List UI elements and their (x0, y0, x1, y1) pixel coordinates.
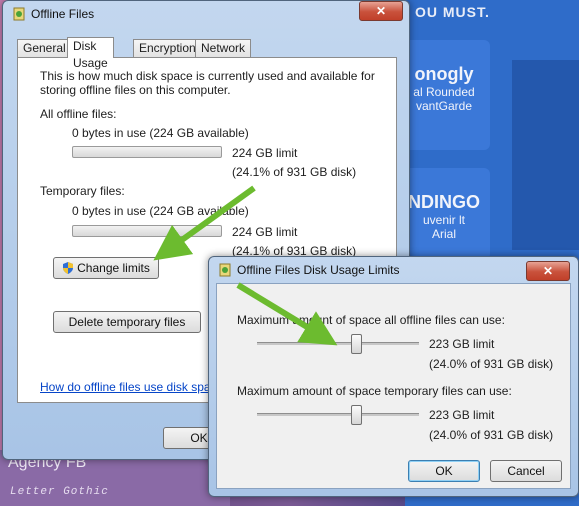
disk-usage-limits-dialog: Offline Files Disk Usage Limits ✕ Maximu… (208, 256, 579, 497)
font-tile: NDINGO uvenir lt Arial (398, 168, 490, 260)
slider-track (257, 413, 419, 416)
max-offline-slider[interactable] (257, 332, 419, 354)
close-button[interactable]: ✕ (359, 1, 403, 21)
temp-files-usage-bar (72, 225, 222, 237)
ok-button[interactable]: OK (408, 460, 480, 482)
font-tile-line: al Rounded (413, 85, 475, 99)
font-tile-line: uvenir lt (422, 213, 466, 227)
max-offline-percent: (24.0% of 931 GB disk) (429, 357, 554, 371)
offline-files-icon (219, 263, 231, 277)
uac-shield-icon (63, 262, 74, 274)
temp-files-limit: 224 GB limit (232, 225, 298, 239)
max-temp-label: Maximum amount of space temporary files … (237, 384, 512, 398)
tab-disk-usage[interactable]: Disk Usage (67, 37, 114, 70)
cancel-button[interactable]: Cancel (490, 460, 562, 482)
max-offline-limit: 223 GB limit (429, 337, 495, 351)
all-files-usage: 0 bytes in use (224 GB available) (72, 126, 249, 140)
close-button[interactable]: ✕ (526, 261, 570, 281)
font-tile-line: Arial (431, 227, 456, 241)
change-limits-label: Change limits (77, 261, 150, 275)
gothic-sample: Letter Gothic (10, 486, 109, 498)
slider-thumb[interactable] (351, 334, 362, 354)
title-bar[interactable]: Offline Files Disk Usage Limits ✕ (215, 261, 572, 281)
max-temp-limit: 223 GB limit (429, 408, 495, 422)
description-text: This is how much disk space is currently… (40, 69, 375, 97)
slider-thumb[interactable] (351, 405, 362, 425)
tab-general[interactable]: General (17, 39, 72, 57)
delete-temp-files-button[interactable]: Delete temporary files (53, 311, 201, 333)
font-tile-line: vantGarde (415, 99, 473, 113)
max-temp-slider[interactable] (257, 403, 419, 425)
slider-track (257, 342, 419, 345)
font-tile-name: onogly (414, 64, 474, 84)
max-temp-percent: (24.0% of 931 GB disk) (429, 428, 554, 442)
max-offline-label: Maximum amount of space all offline file… (237, 313, 505, 327)
all-files-limit: 224 GB limit (232, 146, 298, 160)
tab-encryption[interactable]: Encryption (133, 39, 202, 57)
all-files-usage-bar (72, 146, 222, 158)
title-bar[interactable]: Offline Files ✕ (9, 1, 403, 23)
help-link[interactable]: How do offline files use disk space? (40, 380, 230, 394)
background-motto: OU MUST. (415, 4, 490, 20)
all-files-label: All offline files: (40, 107, 117, 121)
offline-files-icon (13, 7, 25, 21)
tab-network[interactable]: Network (195, 39, 252, 57)
change-limits-button[interactable]: Change limits (53, 257, 159, 279)
font-tile-name: NDINGO (408, 192, 480, 212)
window-title: Offline Files (31, 7, 95, 21)
all-files-percent: (24.1% of 931 GB disk) (232, 165, 357, 179)
dialog-body: Maximum amount of space all offline file… (216, 283, 571, 489)
temp-files-label: Temporary files: (40, 184, 125, 198)
font-tile: onogly al Rounded vantGarde (398, 40, 490, 150)
background-strip (512, 60, 579, 250)
temp-files-usage: 0 bytes in use (224 GB available) (72, 204, 249, 218)
dialog-title: Offline Files Disk Usage Limits (237, 263, 400, 277)
